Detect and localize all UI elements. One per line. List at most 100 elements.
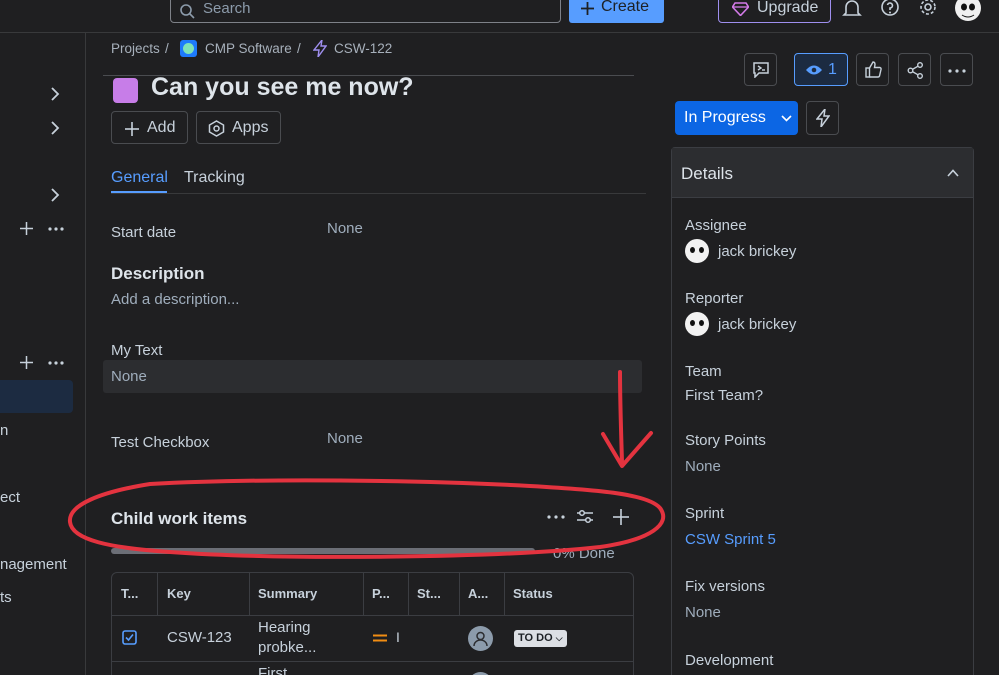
- team-value[interactable]: First Team?: [685, 387, 763, 404]
- child-items-add-icon[interactable]: [613, 509, 629, 525]
- apps-label: Apps: [232, 119, 269, 136]
- breadcrumb-separator: /: [165, 41, 169, 56]
- breadcrumb-project[interactable]: CMP Software: [205, 41, 292, 56]
- unassigned-avatar-icon[interactable]: [468, 626, 493, 651]
- sidebar-item-label[interactable]: ts: [0, 589, 12, 606]
- reporter-label: Reporter: [685, 290, 744, 307]
- start-date-label: Start date: [111, 224, 177, 241]
- more-actions-button[interactable]: [940, 53, 973, 86]
- watchers-count: 1: [828, 61, 837, 78]
- settings-gear-icon[interactable]: [918, 0, 944, 20]
- child-items-more-icon[interactable]: [547, 515, 565, 519]
- issue-type-icon[interactable]: [113, 78, 138, 103]
- row-summary-line1[interactable]: Hearing: [258, 619, 311, 636]
- assignee-label: Assignee: [685, 217, 747, 234]
- test-checkbox-label: Test Checkbox: [111, 434, 210, 451]
- story-points-value[interactable]: None: [685, 458, 721, 475]
- notifications-bell-icon[interactable]: [842, 0, 868, 20]
- automation-button[interactable]: [806, 101, 839, 135]
- priority-medium-icon: [373, 634, 387, 642]
- team-label: Team: [685, 363, 722, 380]
- issue-title[interactable]: Can you see me now?: [151, 73, 414, 102]
- sidebar-more-icon[interactable]: [48, 361, 64, 365]
- column-header-status-short[interactable]: St...: [417, 586, 441, 601]
- reporter-value[interactable]: jack brickey: [718, 316, 796, 333]
- column-header-summary[interactable]: Summary: [258, 586, 317, 601]
- search-placeholder: Search: [203, 0, 251, 17]
- reporter-avatar: [685, 312, 709, 336]
- column-header-assignee[interactable]: A...: [468, 586, 488, 601]
- project-avatar-icon: [180, 40, 197, 57]
- sidebar-item-selected[interactable]: [0, 380, 73, 413]
- eye-icon: [805, 64, 823, 76]
- start-date-value[interactable]: None: [327, 220, 363, 237]
- sidebar-expand-chevron-icon[interactable]: [50, 121, 60, 135]
- my-text-label: My Text: [111, 342, 163, 359]
- help-icon[interactable]: [880, 0, 906, 20]
- add-label: Add: [147, 119, 176, 136]
- description-heading: Description: [111, 264, 205, 283]
- sidebar-expand-chevron-icon[interactable]: [50, 188, 60, 202]
- like-button[interactable]: [856, 53, 889, 86]
- details-header[interactable]: Details: [672, 148, 973, 198]
- development-label: Development: [685, 652, 774, 669]
- apps-button[interactable]: Apps: [196, 111, 281, 144]
- sprint-link[interactable]: CSW Sprint 5: [685, 531, 776, 548]
- my-text-field[interactable]: None: [103, 360, 642, 393]
- apps-hexagon-icon: [208, 120, 225, 137]
- sidebar-item-label[interactable]: ect: [0, 489, 20, 506]
- upgrade-label: Upgrade: [757, 0, 819, 16]
- more-icon: [948, 69, 966, 73]
- status-badge-label: TO DO: [518, 632, 553, 644]
- test-checkbox-value[interactable]: None: [327, 430, 363, 447]
- create-button[interactable]: Create: [569, 0, 664, 23]
- details-panel: Details Assignee jack brickey Reporter j…: [671, 147, 974, 675]
- upgrade-button[interactable]: Upgrade: [718, 0, 831, 23]
- tabs-divider: [111, 193, 646, 194]
- tab-tracking[interactable]: Tracking: [184, 169, 245, 187]
- sidebar-item-label[interactable]: n: [0, 422, 8, 439]
- active-tab-indicator: [111, 191, 167, 193]
- status-badge[interactable]: TO DO ⌵: [514, 630, 567, 647]
- row-priority-text: I: [396, 629, 400, 645]
- progress-text: 0% Done: [553, 545, 615, 562]
- assignee-value[interactable]: jack brickey: [718, 243, 796, 260]
- lightning-bolt-icon: [816, 109, 830, 127]
- assignee-avatar: [685, 239, 709, 263]
- sidebar-add-icon[interactable]: [20, 222, 33, 235]
- child-items-progress-bar: [111, 548, 535, 554]
- feedback-button[interactable]: [744, 53, 777, 86]
- breadcrumb-issue-key[interactable]: CSW-122: [334, 41, 392, 56]
- fix-versions-value[interactable]: None: [685, 604, 721, 621]
- child-work-items-heading: Child work items: [111, 509, 248, 528]
- fix-versions-label: Fix versions: [685, 578, 766, 595]
- watch-button[interactable]: 1: [794, 53, 848, 86]
- search-icon: [179, 3, 195, 19]
- search-input[interactable]: Search: [170, 0, 561, 23]
- chevron-up-icon[interactable]: [947, 169, 959, 177]
- add-button[interactable]: Add: [111, 111, 188, 144]
- chevron-down-icon: [781, 115, 792, 122]
- child-items-filter-icon[interactable]: [576, 508, 594, 525]
- column-header-priority[interactable]: P...: [372, 586, 390, 601]
- sidebar-more-icon[interactable]: [48, 227, 64, 231]
- sidebar-item-label[interactable]: nagement: [0, 556, 67, 573]
- user-avatar[interactable]: [955, 0, 981, 21]
- row-summary-line1[interactable]: First: [258, 665, 287, 675]
- sidebar-add-icon[interactable]: [20, 356, 33, 369]
- breadcrumb-projects[interactable]: Projects: [111, 41, 160, 56]
- row-summary-line2[interactable]: probke...: [258, 639, 316, 656]
- sidebar-expand-chevron-icon[interactable]: [50, 87, 60, 101]
- column-header-type[interactable]: T...: [121, 586, 138, 601]
- breadcrumb-separator: /: [297, 41, 301, 56]
- share-button[interactable]: [898, 53, 931, 86]
- details-heading: Details: [681, 164, 733, 183]
- thumbs-up-icon: [865, 61, 882, 78]
- tab-general[interactable]: General: [111, 169, 168, 187]
- row-key[interactable]: CSW-123: [167, 629, 232, 646]
- column-header-status[interactable]: Status: [513, 586, 553, 601]
- status-dropdown-button[interactable]: In Progress: [675, 101, 798, 135]
- description-field[interactable]: Add a description...: [111, 291, 239, 308]
- column-header-key[interactable]: Key: [167, 586, 191, 601]
- annotation-arrow-head: [601, 431, 653, 468]
